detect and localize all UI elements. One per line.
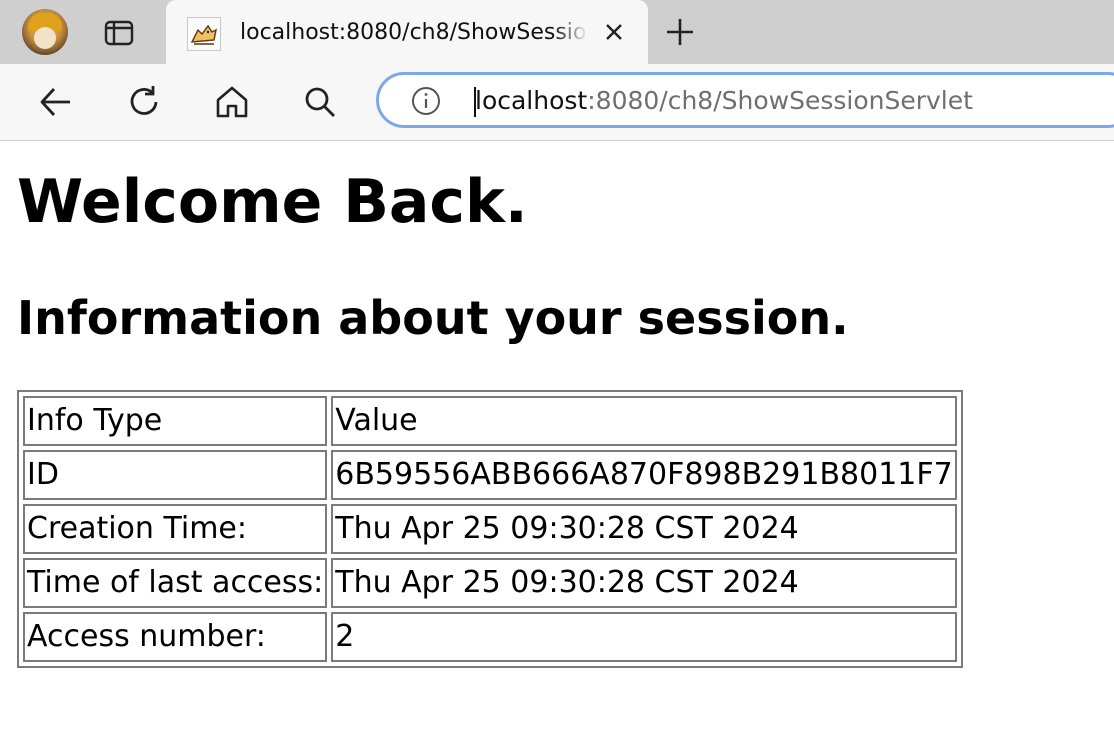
- row-value: 6B59556ABB666A870F898B291B8011F7: [331, 450, 957, 500]
- table-header-row: Info Type Value: [23, 396, 957, 446]
- table-row: ID 6B59556ABB666A870F898B291B8011F7: [23, 450, 957, 500]
- url-path: :8080/ch8/ShowSessionServlet: [587, 86, 973, 115]
- table-row: Access number: 2: [23, 612, 957, 662]
- session-info-table: Info Type Value ID 6B59556ABB666A870F898…: [17, 390, 963, 668]
- tomcat-icon: [187, 17, 221, 51]
- url-text[interactable]: localhost:8080/ch8/ShowSessionServlet: [475, 84, 973, 118]
- plus-icon[interactable]: [664, 16, 696, 48]
- row-label: Time of last access:: [23, 558, 328, 608]
- avatar-face: [34, 27, 56, 49]
- search-icon[interactable]: [302, 84, 338, 120]
- table-row: Time of last access: Thu Apr 25 09:30:28…: [23, 558, 957, 608]
- url-host: localhost: [475, 86, 588, 115]
- close-icon[interactable]: [602, 20, 626, 44]
- address-bar[interactable]: localhost:8080/ch8/ShowSessionServlet: [376, 72, 1114, 128]
- tab-actions-icon[interactable]: [104, 20, 134, 46]
- row-value: Thu Apr 25 09:30:28 CST 2024: [331, 558, 957, 608]
- info-icon[interactable]: [411, 86, 441, 116]
- row-value: Thu Apr 25 09:30:28 CST 2024: [331, 504, 957, 554]
- page-subtitle: Information about your session.: [17, 291, 849, 345]
- profile-avatar[interactable]: [22, 9, 68, 55]
- refresh-icon[interactable]: [126, 84, 162, 120]
- row-label: Access number:: [23, 612, 328, 662]
- row-label: ID: [23, 450, 328, 500]
- tab-title: localhost:8080/ch8/ShowSessionServlet: [240, 20, 588, 45]
- back-arrow-icon[interactable]: [38, 84, 74, 120]
- row-value: 2: [331, 612, 957, 662]
- tab-active[interactable]: localhost:8080/ch8/ShowSessionServlet: [166, 0, 648, 64]
- page-title: Welcome Back.: [17, 167, 528, 237]
- home-icon[interactable]: [214, 84, 250, 120]
- row-label: Creation Time:: [23, 504, 328, 554]
- tab-strip: localhost:8080/ch8/ShowSessionServlet: [0, 0, 1114, 64]
- header-cell-value: Value: [331, 396, 957, 446]
- table-row: Creation Time: Thu Apr 25 09:30:28 CST 2…: [23, 504, 957, 554]
- header-cell-info-type: Info Type: [23, 396, 328, 446]
- browser-toolbar: localhost:8080/ch8/ShowSessionServlet: [0, 64, 1114, 141]
